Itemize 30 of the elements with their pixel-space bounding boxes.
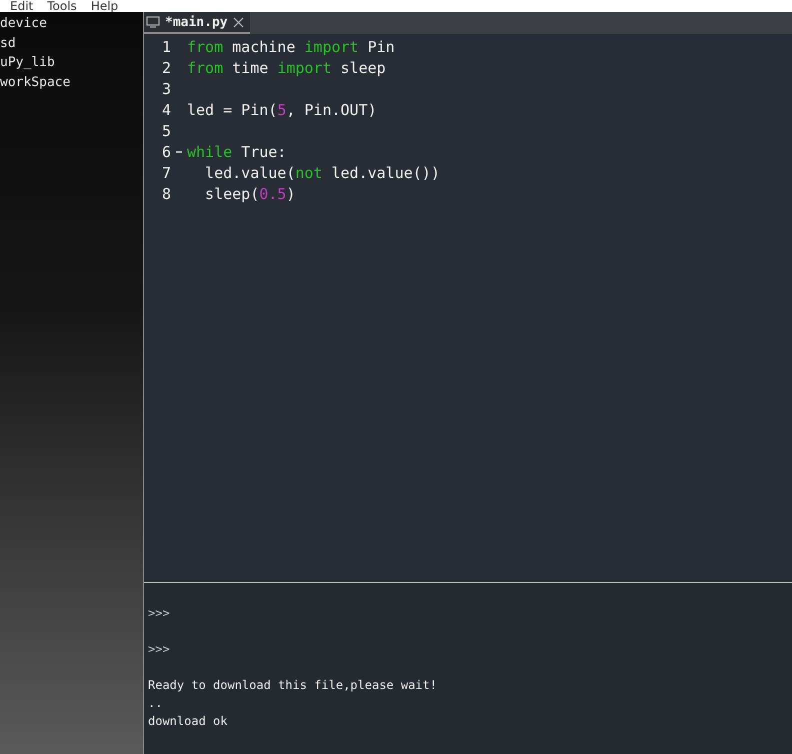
code-line: from time import sleep	[187, 58, 386, 76]
tree-item[interactable]: uPy_lib	[0, 53, 143, 72]
editor-tab[interactable]: *main.py	[144, 12, 250, 34]
line-number: 1	[160, 38, 171, 56]
line-number: 3	[160, 80, 171, 98]
tree-item[interactable]: device	[0, 14, 143, 34]
code-line: sleep(0.5)	[204, 184, 296, 202]
line-number: 4	[160, 100, 171, 118]
code-line: while True:	[187, 142, 286, 160]
menu-item[interactable]: Help	[90, 0, 118, 12]
code-line: led = Pin(5, Pin.OUT)	[187, 100, 377, 118]
code-line: led.value(not led.value())	[204, 164, 440, 182]
line-number: 2	[160, 58, 171, 76]
code-line: from machine import Pin	[187, 38, 395, 56]
console-output: Ready to download this file,please wait!	[148, 678, 437, 692]
console-prompt: >>>	[148, 606, 170, 620]
tree-item[interactable]: sd	[0, 34, 143, 53]
console-prompt: >>>	[148, 642, 170, 656]
line-number: 8	[160, 184, 171, 202]
menu-item[interactable]: Tools	[47, 0, 77, 12]
console-output: download ok	[148, 714, 228, 728]
console-output: ..	[148, 696, 162, 710]
line-number: 5	[160, 122, 171, 140]
monitor-icon	[146, 16, 160, 28]
line-number: 7	[160, 164, 171, 182]
menu-item[interactable]: Edit	[10, 0, 34, 12]
close-icon[interactable]	[232, 16, 244, 28]
line-number: 6	[160, 142, 171, 160]
tree-item[interactable]: workSpace	[0, 72, 143, 92]
fold-marker-icon[interactable]	[175, 148, 183, 154]
